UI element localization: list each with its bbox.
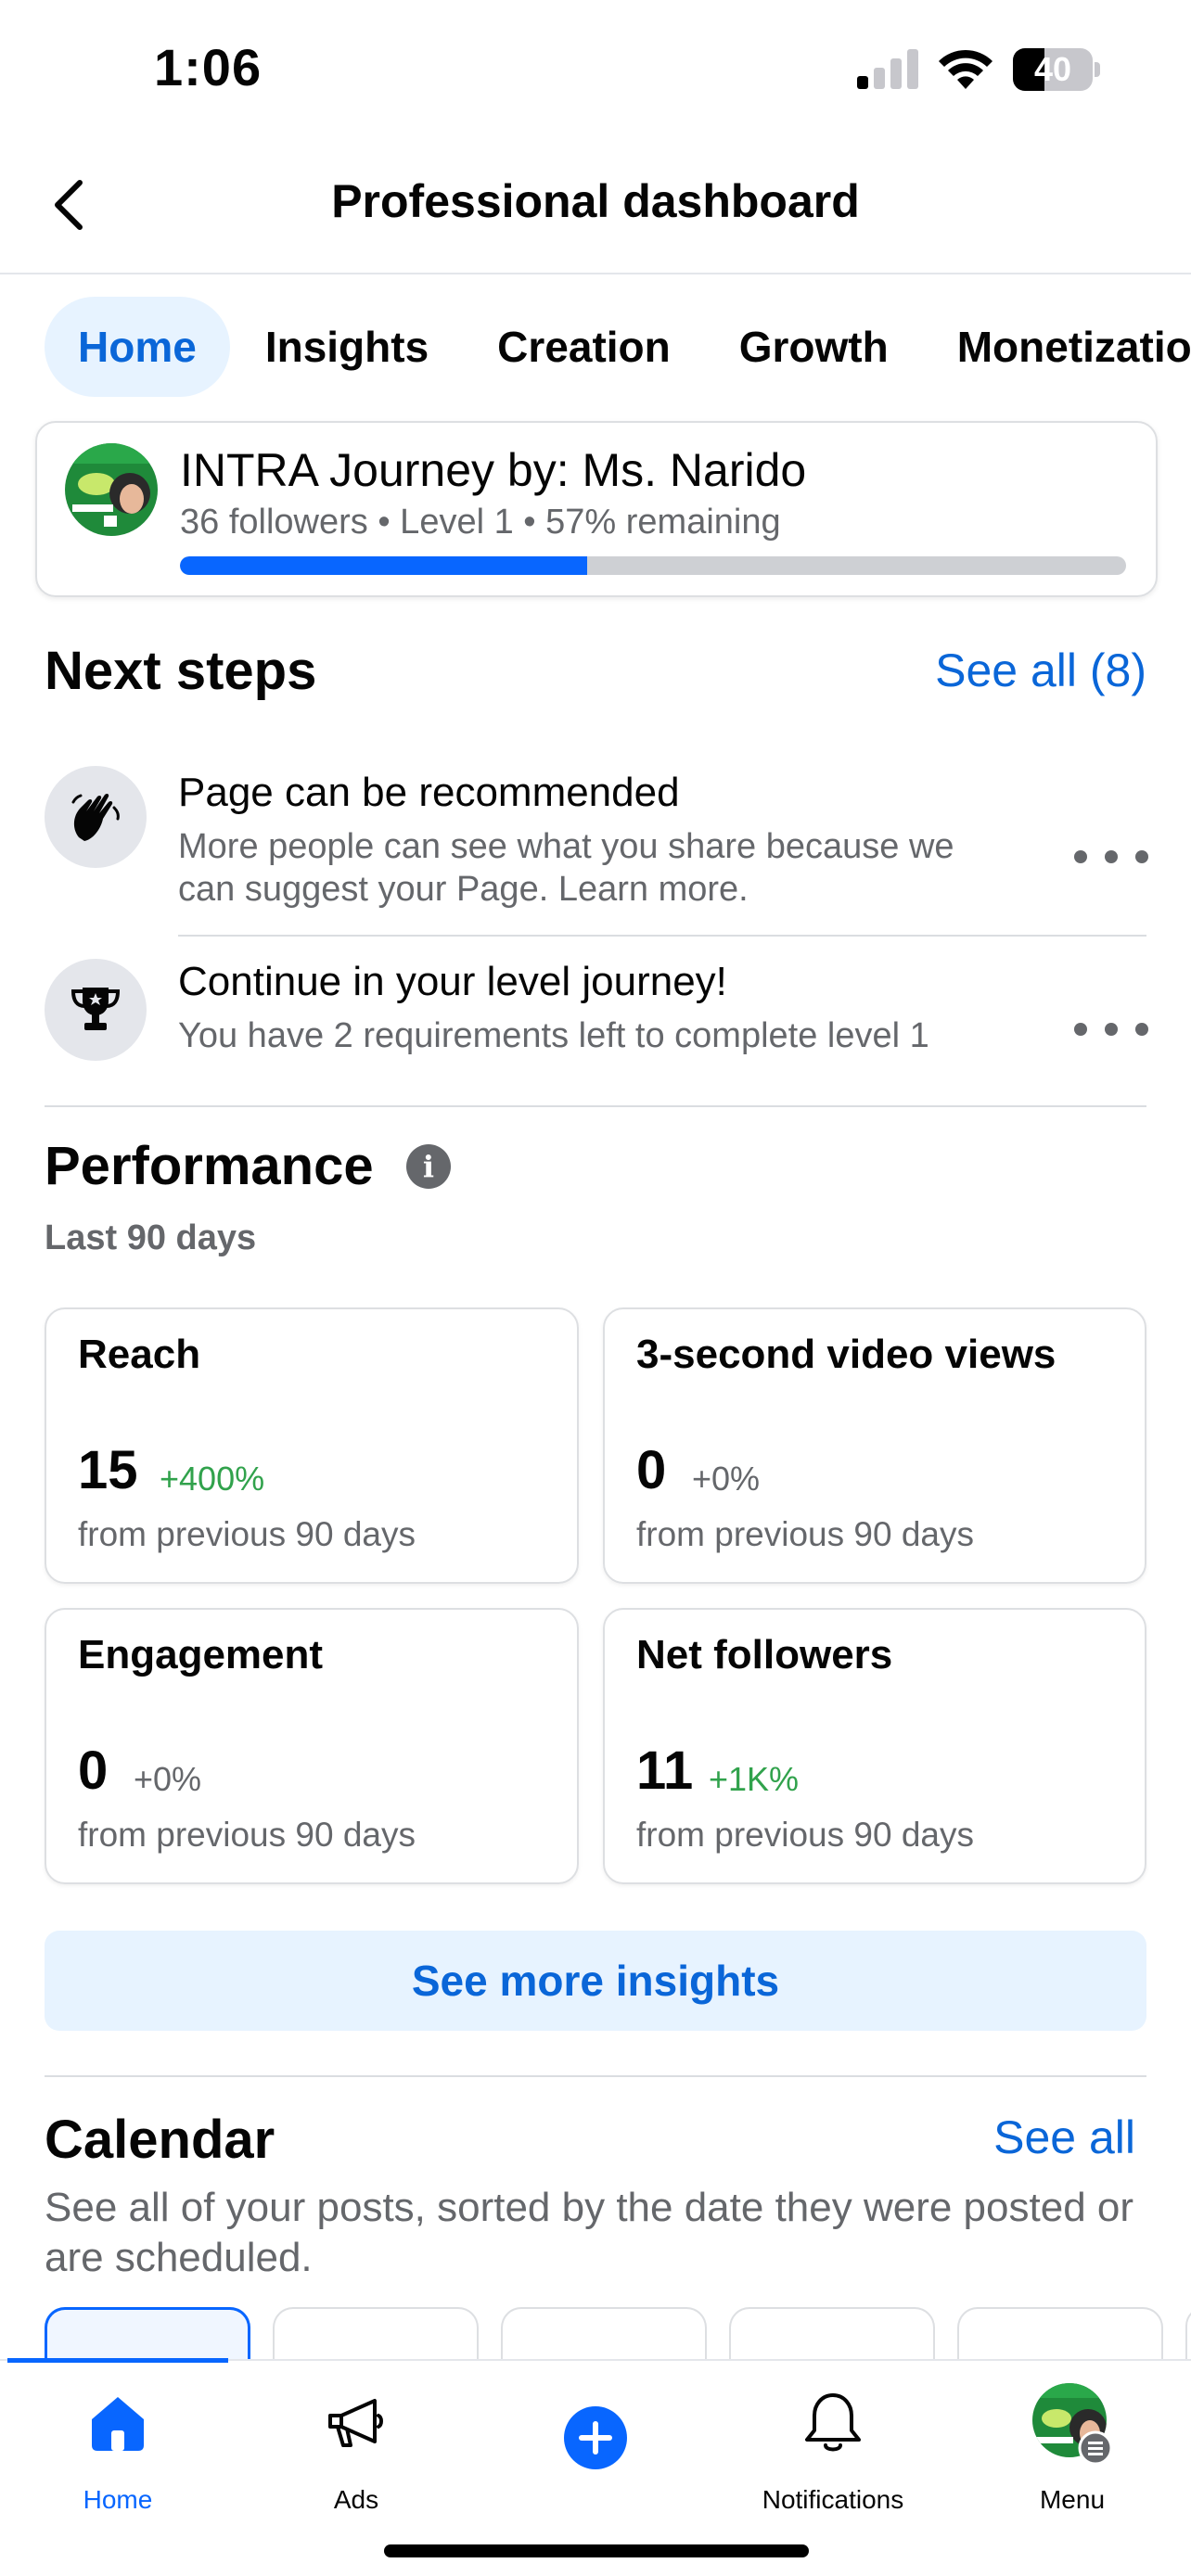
performance-period: Last 90 days: [45, 1218, 257, 1257]
tab-insights[interactable]: Insights: [232, 297, 462, 397]
active-tab-indicator: [7, 2358, 228, 2363]
waving-hands-icon: [45, 766, 147, 868]
level-progress-fill: [180, 556, 587, 575]
page-avatar: [65, 443, 158, 536]
metric-label: Net followers: [636, 1632, 893, 1677]
header: Professional dashboard: [0, 139, 1191, 274]
nav-home[interactable]: Home: [25, 2381, 211, 2530]
metric-card-net-followers[interactable]: Net followers 11 +1K% from previous 90 d…: [603, 1608, 1146, 1884]
divider: [45, 1105, 1146, 1107]
metric-change: +400%: [160, 1460, 265, 1498]
metric-value: 0: [636, 1440, 667, 1500]
metric-value: 0: [78, 1741, 109, 1801]
metric-label: Reach: [78, 1332, 201, 1377]
metric-value: 11: [636, 1741, 694, 1801]
info-icon[interactable]: i: [406, 1144, 451, 1189]
more-options-button[interactable]: [1074, 1011, 1148, 1048]
metric-change: +0%: [134, 1760, 202, 1798]
next-steps-see-all-link[interactable]: See all (8): [935, 644, 1146, 697]
home-indicator: [384, 2544, 809, 2557]
nav-label: Notifications: [762, 2485, 904, 2514]
next-step-item[interactable]: Page can be recommended More people can …: [45, 766, 1148, 924]
tab-bar: Home Insights Creation Growth Monetizati…: [45, 297, 1191, 397]
next-step-item[interactable]: Continue in your level journey! You have…: [45, 959, 1148, 1070]
profile-level-card[interactable]: INTRA Journey by: Ms. Narido 36 follower…: [35, 421, 1158, 597]
bottom-navigation: Home Ads Notifications Menu: [0, 2358, 1191, 2576]
next-step-title: Continue in your level journey!: [178, 959, 727, 1004]
calendar-see-all-link[interactable]: See all: [993, 2111, 1135, 2164]
wifi-icon: [939, 49, 992, 89]
metric-comparison: from previous 90 days: [78, 1515, 416, 1553]
metric-card-engagement[interactable]: Engagement 0 +0% from previous 90 days: [45, 1608, 579, 1884]
tab-growth[interactable]: Growth: [706, 297, 922, 397]
trophy-icon: [45, 959, 147, 1061]
next-step-description: More people can see what you share becau…: [178, 827, 954, 909]
status-bar: 1:06 40: [0, 0, 1191, 139]
calendar-title: Calendar: [45, 2110, 275, 2170]
tab-creation[interactable]: Creation: [464, 297, 704, 397]
battery-icon: 40: [1013, 48, 1102, 91]
divider: [178, 935, 1146, 937]
status-time: 1:06: [154, 38, 263, 96]
nav-ads[interactable]: Ads: [263, 2381, 449, 2530]
metric-comparison: from previous 90 days: [78, 1816, 416, 1854]
metric-label: 3-second video views: [636, 1332, 1057, 1377]
page-name: INTRA Journey by: Ms. Narido: [180, 444, 807, 496]
metric-comparison: from previous 90 days: [636, 1515, 975, 1553]
cellular-signal-icon: [857, 49, 918, 89]
metric-label: Engagement: [78, 1632, 324, 1677]
nav-notifications[interactable]: Notifications: [740, 2381, 926, 2530]
page-title: Professional dashboard: [331, 175, 860, 227]
nav-create[interactable]: [503, 2381, 688, 2530]
page-level-meta: 36 followers • Level 1 • 57% remaining: [180, 503, 781, 542]
metric-comparison: from previous 90 days: [636, 1816, 975, 1854]
see-more-insights-button[interactable]: See more insights: [45, 1931, 1146, 2031]
metric-card-video-views[interactable]: 3-second video views 0 +0% from previous…: [603, 1307, 1146, 1584]
more-options-button[interactable]: [1074, 838, 1148, 875]
metric-card-reach[interactable]: Reach 15 +400% from previous 90 days: [45, 1307, 579, 1584]
create-plus-icon: [554, 2396, 637, 2480]
nav-label: Home: [83, 2485, 153, 2514]
nav-menu[interactable]: Menu: [980, 2381, 1165, 2530]
metric-change: +1K%: [709, 1760, 800, 1798]
metric-change: +0%: [692, 1460, 761, 1498]
nav-label: Menu: [1039, 2485, 1106, 2514]
level-progress-bar: [180, 556, 1126, 575]
battery-level: 40: [1033, 50, 1072, 88]
megaphone-icon: [314, 2381, 398, 2465]
next-step-description: You have 2 requirements left to complete…: [178, 1016, 929, 1055]
metric-value: 15: [78, 1440, 138, 1500]
calendar-description: See all of your posts, sorted by the dat…: [45, 2185, 1134, 2280]
next-steps-title: Next steps: [45, 641, 317, 701]
divider: [45, 2075, 1146, 2077]
nav-label: Ads: [333, 2485, 379, 2514]
tab-home[interactable]: Home: [45, 297, 230, 397]
profile-avatar-icon: [1031, 2381, 1114, 2465]
home-icon: [76, 2381, 160, 2465]
bell-icon: [791, 2381, 875, 2465]
tab-monetization[interactable]: Monetization: [924, 297, 1191, 397]
performance-title: Performance: [45, 1136, 374, 1196]
next-step-title: Page can be recommended: [178, 770, 680, 815]
